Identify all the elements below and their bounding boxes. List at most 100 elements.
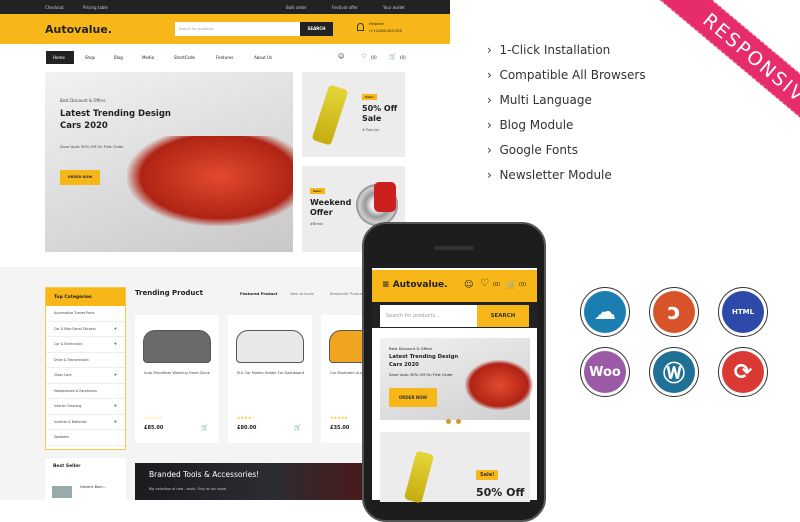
product-price: £80.00 (237, 425, 257, 431)
product-card[interactable]: Car Bluetooth Audio Receiver ★★★★★ £35.0… (321, 315, 365, 443)
nav-features[interactable]: Features (216, 55, 233, 60)
shock-absorber-image (311, 84, 349, 146)
mobile-search-input[interactable]: Search for products... (380, 305, 477, 327)
mobile-hero: Best Discount & Offers Latest Trending D… (380, 338, 533, 443)
pricing-link[interactable]: Pricing table (83, 5, 108, 10)
mobile-logo[interactable]: ≡ Autovalue. (382, 280, 448, 290)
nav-shop[interactable]: Shop (85, 55, 95, 60)
red-car-image (127, 136, 293, 226)
banner-title: Branded Tools & Accessories! (149, 470, 260, 479)
refresh-icon: ⟳ (718, 347, 768, 397)
headset-icon (357, 23, 364, 31)
hero-title-2: Cars 2020 (60, 121, 108, 131)
car-image (236, 330, 304, 363)
checkout-link[interactable]: Checkout (45, 5, 64, 10)
cart-icon[interactable]: 🛒 (389, 53, 396, 60)
nav-shortcode[interactable]: ShortCode (174, 55, 195, 60)
expand-icon[interactable]: + (114, 326, 117, 331)
feature-item: › Newsletter Module (487, 168, 612, 182)
cart-icon[interactable]: 🛒 (506, 280, 516, 289)
add-to-cart-icon[interactable]: 🛒 (294, 424, 301, 431)
helpline-label: Helpline: (369, 22, 385, 26)
mobile-search-button[interactable]: SEARCH (477, 305, 529, 327)
category-item[interactable]: Car & Electronics + (46, 337, 125, 353)
logo[interactable]: Autovalue. (45, 23, 112, 36)
html5-icon: HTML (718, 287, 768, 337)
expand-icon[interactable]: + (114, 372, 117, 377)
hero-title-1: Latest Trending Design (60, 109, 171, 119)
product-card[interactable]: ELV Car Mobile Holder For Dashboard ★★★★… (228, 315, 312, 443)
best-seller-title: Best Seller (53, 464, 81, 469)
shock-absorber-image (403, 450, 435, 504)
wallet-link[interactable]: Your wallet (383, 5, 405, 10)
expand-icon[interactable]: + (114, 403, 117, 408)
categories-title: Top Categories (46, 288, 125, 306)
category-item[interactable]: Headphones & Earphones (46, 384, 125, 399)
wishlist-count: (0) (493, 282, 501, 288)
wishlist-count: (0) (371, 55, 377, 60)
feature-item: › Google Fonts (487, 143, 578, 157)
expand-icon[interactable]: + (114, 341, 117, 346)
hero-banner: Best Discount & Offers Latest Trending D… (45, 72, 293, 252)
cloud-icon: ☁ (580, 287, 630, 337)
product-name[interactable]: ELV Car Mobile Holder For Dashboard (237, 370, 307, 377)
promo-title: 50% Off Sale (362, 104, 398, 123)
product-price: £35.00 (330, 425, 350, 431)
mobile-header: ≡ Autovalue. ☺ ♡ (0) 🛒 (0) (372, 270, 537, 302)
best-seller-item[interactable]: Generic Bum... (80, 485, 106, 489)
category-item[interactable]: Automotive Turned Parts (46, 306, 125, 322)
slider-dots[interactable] (446, 409, 468, 443)
rating-stars: ★★★★☆ (237, 415, 255, 420)
nav-home[interactable]: Home (53, 55, 65, 60)
menu-icon[interactable]: ≡ (382, 280, 390, 290)
feature-item: › Compatible All Browsers (487, 68, 646, 82)
chevron-right-icon: › (487, 168, 492, 182)
tab-new-arrivals[interactable]: New Arrivals (290, 291, 314, 296)
category-item[interactable]: Interior Cleaning + (46, 399, 125, 415)
product-price: £85.00 (144, 425, 164, 431)
heart-icon[interactable]: ♡ (480, 278, 489, 289)
festival-offer-link[interactable]: Festival offer (332, 5, 358, 10)
accessories-banner[interactable]: Branded Tools & Accessories! Big collect… (135, 463, 365, 500)
helpline-number: (+1)2080-459-528 (369, 29, 402, 33)
red-car-image (465, 360, 533, 410)
feature-item: › 1-Click Installation (487, 43, 611, 57)
mobile-promo-card[interactable]: Sale! 50% Off (380, 432, 530, 504)
hero-title-1: Latest Trending Design (389, 354, 459, 360)
tab-bestseller[interactable]: Bestseller Products (330, 291, 362, 296)
product-name[interactable]: Car Bluetooth Audio Receiver (330, 370, 365, 377)
search-button[interactable]: SEARCH (300, 22, 333, 36)
category-item[interactable]: Glass Care + (46, 368, 125, 384)
nav-about[interactable]: About Us (254, 55, 272, 60)
category-item[interactable]: Drive & Transmission (46, 353, 125, 368)
feature-item: › Multi Language (487, 93, 592, 107)
tab-featured[interactable]: Featured Product (240, 291, 277, 296)
product-card[interactable]: Auto Microfiber Washing Hand Glove ☆☆☆☆☆… (135, 315, 219, 443)
order-now-button[interactable]: ORDER NOW (389, 388, 437, 407)
sale-badge: Sale! (476, 470, 499, 480)
heart-icon[interactable]: ♡ (361, 53, 366, 60)
add-to-cart-icon[interactable]: 🛒 (201, 424, 208, 431)
best-seller: Best Seller Generic Bum... (45, 458, 126, 500)
feature-item: › Blog Module (487, 118, 574, 132)
nav-media[interactable]: Media (142, 55, 154, 60)
expand-icon[interactable]: + (114, 419, 117, 424)
user-icon[interactable]: ☺ (464, 280, 473, 290)
nav-blog[interactable]: Blog (114, 55, 123, 60)
product-name[interactable]: Auto Microfiber Washing Hand Glove (144, 370, 214, 377)
woocommerce-icon: Woo (580, 347, 630, 397)
search-input[interactable]: Search for products... (175, 22, 300, 36)
category-item[interactable]: Car & Bike Decal Stickers + (46, 322, 125, 337)
wordpress-icon: Ⓦ (649, 347, 699, 397)
bulk-order-link[interactable]: Bulk order (286, 5, 307, 10)
category-item[interactable]: Inverter & Batteries + (46, 415, 125, 430)
category-item[interactable]: Speakers (46, 430, 125, 446)
chevron-right-icon: › (487, 68, 492, 82)
order-now-button[interactable]: ORDER NOW (60, 170, 100, 185)
top-categories: Top Categories Automotive Turned Parts Ca… (45, 287, 126, 450)
cart-count: (0) (400, 55, 406, 60)
user-icon[interactable]: ☺ (338, 53, 344, 60)
promo-card-sale[interactable]: Sale! 50% Off Sale # Popular (302, 72, 405, 157)
hero-subtitle: Save Upto 30% Off On First Order (389, 372, 453, 377)
main-nav: Home Shop Blog Media ShortCode Features … (0, 44, 450, 70)
